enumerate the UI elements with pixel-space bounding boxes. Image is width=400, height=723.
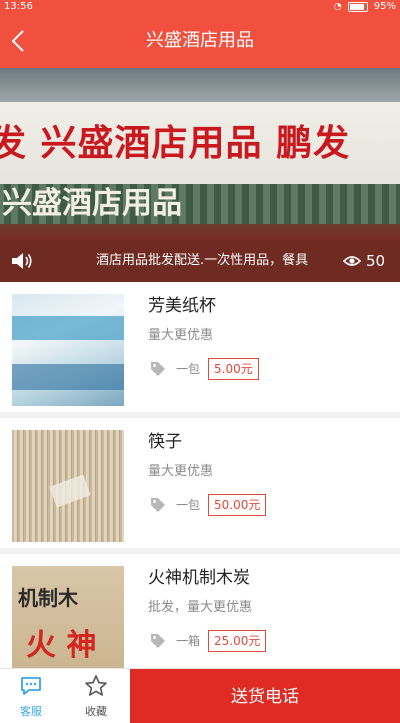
tag-icon [151, 634, 165, 648]
product-thumbnail: 机制木 火 神 [12, 566, 124, 668]
product-name: 火神机制木炭 [148, 568, 250, 588]
tag-icon [151, 362, 165, 376]
product-price: 5.00元 [208, 358, 259, 380]
product-price: 50.00元 [208, 494, 267, 516]
status-bar: 13:56 ◔ 95% [0, 0, 400, 14]
product-thumbnail [12, 430, 124, 542]
notice-marquee-text: 酒店用品批发配送.一次性用品，餐具 [96, 253, 309, 268]
app-screen: 13:56 ◔ 95% 兴盛酒店用品 发 兴盛酒店用品 鹏发 兴盛酒店用品 酒店… [0, 0, 400, 723]
box-print-text: 机制木 [18, 586, 78, 610]
delivery-phone-button[interactable]: 送货电话 [130, 669, 400, 723]
product-unit: 一包 [176, 498, 201, 512]
cup-band [12, 364, 124, 390]
status-time: 13:56 [4, 1, 33, 12]
product-list: 芳美纸杯 量大更优惠 一包 5.00元 筷子 量大更优惠 一包 50.00元 机… [0, 282, 400, 668]
product-item[interactable]: 筷子 量大更优惠 一包 50.00元 [0, 418, 400, 554]
tab-label: 收藏 [85, 705, 107, 718]
chat-bubble-icon [21, 677, 41, 695]
wifi-icon: ◔ [333, 2, 342, 12]
store-sign-board: 发 兴盛酒店用品 鹏发 [0, 102, 400, 188]
product-description: 批发，量大更优惠 [148, 600, 253, 615]
photo-highlight [49, 474, 91, 508]
charcoal-box-photo: 机制木 火 神 [12, 566, 124, 668]
paper-cup-photo [12, 294, 124, 406]
product-item[interactable]: 芳美纸杯 量大更优惠 一包 5.00元 [0, 282, 400, 418]
banner-floor [0, 224, 400, 240]
product-item[interactable]: 机制木 火 神 火神机制木炭 批发，量大更优惠 一箱 25.00元 [0, 554, 400, 668]
star-icon [85, 675, 107, 696]
tag-icon [151, 498, 165, 512]
speaker-icon [12, 253, 32, 269]
product-thumbnail [12, 294, 124, 406]
product-name: 芳美纸杯 [148, 296, 216, 316]
awning-text: 兴盛酒店用品 [2, 186, 182, 221]
eye-icon [343, 256, 361, 266]
status-indicators: ◔ 95% [334, 0, 396, 14]
cup-band [12, 316, 124, 340]
store-banner-image[interactable]: 发 兴盛酒店用品 鹏发 兴盛酒店用品 [0, 68, 400, 240]
product-name: 筷子 [148, 432, 182, 452]
tab-favorite[interactable]: 收藏 [65, 669, 127, 723]
product-description: 量大更优惠 [148, 464, 214, 479]
store-sign-text: 发 兴盛酒店用品 鹏发 [0, 122, 351, 164]
bottom-action-bar: 客服 收藏 送货电话 [0, 668, 400, 723]
page-title: 兴盛酒店用品 [146, 30, 254, 51]
banner-sky [0, 68, 400, 102]
tab-label: 客服 [20, 705, 42, 718]
product-price: 25.00元 [208, 630, 267, 652]
battery-icon [347, 2, 368, 12]
product-description: 量大更优惠 [148, 328, 214, 343]
store-awning: 兴盛酒店用品 [0, 184, 400, 224]
notice-bar[interactable]: 酒店用品批发配送.一次性用品，餐具 50 [0, 240, 400, 282]
chopsticks-photo [12, 430, 124, 542]
nav-bar: 兴盛酒店用品 [0, 14, 400, 68]
tab-customer-service[interactable]: 客服 [0, 669, 62, 723]
box-brand-text: 火 神 [26, 628, 97, 663]
view-count: 50 [366, 252, 386, 270]
product-unit: 一包 [176, 362, 201, 376]
product-unit: 一箱 [176, 634, 201, 648]
battery-level: 95% [373, 1, 396, 12]
